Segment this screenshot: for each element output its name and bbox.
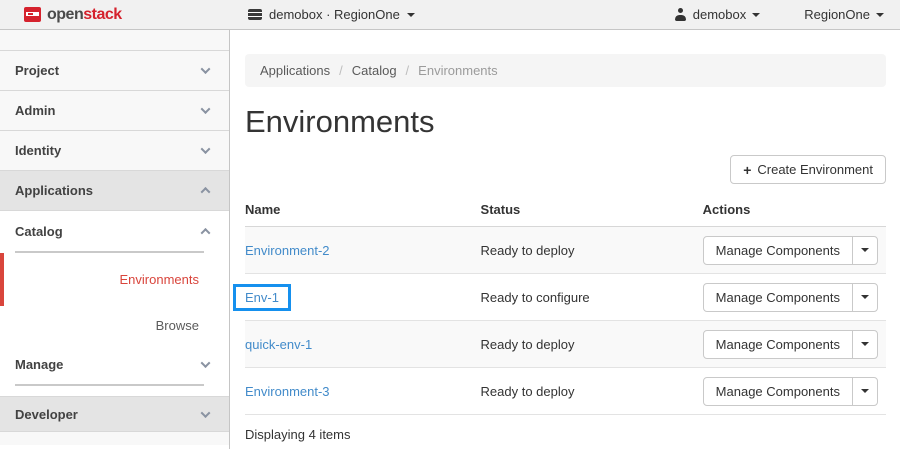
sidebar-item-label: Manage: [15, 357, 63, 372]
plus-icon: +: [743, 163, 751, 177]
caret-down-icon: [861, 295, 869, 299]
breadcrumb: Applications / Catalog / Environments: [245, 54, 886, 87]
caret-down-icon: [876, 13, 884, 17]
row-action-split-button: Manage Components: [703, 236, 878, 265]
sidebar-item-label: Browse: [156, 318, 199, 333]
sidebar-item-developer[interactable]: Developer: [0, 396, 229, 432]
environments-table: Name Status Actions Environment-2 Ready …: [245, 193, 886, 415]
focus-highlight-box: Env-1: [233, 284, 291, 311]
manage-components-button[interactable]: Manage Components: [704, 284, 852, 311]
column-header-status[interactable]: Status: [481, 193, 703, 227]
openstack-logo[interactable]: openstack: [0, 6, 230, 24]
user-icon: [674, 8, 687, 21]
chevron-up-icon: [201, 187, 211, 197]
chevron-down-icon: [201, 64, 211, 74]
user-menu[interactable]: demobox: [674, 7, 760, 22]
breadcrumb-separator: /: [406, 63, 410, 78]
breadcrumb-item-applications[interactable]: Applications: [260, 63, 330, 78]
sidebar-item-environments[interactable]: Environments: [0, 253, 229, 306]
sidebar-clipped-row: [0, 30, 229, 51]
sidebar-item-browse[interactable]: Browse: [0, 306, 229, 344]
chevron-up-icon: [201, 227, 211, 237]
table-actions-bar: + Create Environment: [245, 155, 886, 184]
user-menu-label: demobox: [693, 7, 746, 22]
sidebar-item-admin[interactable]: Admin: [0, 91, 229, 131]
chevron-down-icon: [201, 104, 211, 114]
environment-link[interactable]: Environment-3: [245, 384, 330, 399]
manage-components-button[interactable]: Manage Components: [704, 378, 852, 405]
caret-down-icon: [861, 342, 869, 346]
sidebar-item-label: Applications: [15, 183, 93, 198]
table-row: Env-1 Ready to configure Manage Componen…: [245, 274, 886, 321]
column-header-actions: Actions: [703, 193, 886, 227]
column-header-name[interactable]: Name: [245, 193, 481, 227]
chevron-down-icon: [201, 358, 211, 368]
main-content: Applications / Catalog / Environments En…: [230, 30, 900, 449]
table-header-row: Name Status Actions: [245, 193, 886, 227]
sidebar-item-catalog[interactable]: Catalog: [0, 211, 229, 251]
breadcrumb-item-catalog[interactable]: Catalog: [352, 63, 397, 78]
logo-open-text: open: [47, 6, 83, 23]
breadcrumb-separator: /: [339, 63, 343, 78]
sidebar-item-label: Environments: [120, 272, 199, 287]
sidebar: Project Admin Identity Applications Cata…: [0, 30, 230, 449]
table-row: Environment-2 Ready to deploy Manage Com…: [245, 227, 886, 274]
sidebar-item-label: Developer: [15, 407, 78, 422]
sidebar-item-label: Identity: [15, 143, 61, 158]
sidebar-clipped-row: [0, 432, 229, 445]
sidebar-item-project[interactable]: Project: [0, 51, 229, 91]
row-action-dropdown-toggle[interactable]: [852, 378, 877, 405]
sidebar-item-applications[interactable]: Applications: [0, 171, 229, 211]
topbar-right: demobox RegionOne: [674, 7, 900, 22]
logo-stack-text: stack: [83, 6, 121, 23]
region-menu[interactable]: RegionOne: [804, 7, 884, 22]
status-text: Ready to configure: [481, 290, 590, 305]
switcher-label: demobox · RegionOne: [269, 7, 400, 22]
openstack-cube-icon: [24, 7, 41, 22]
environment-link[interactable]: quick-env-1: [245, 337, 312, 352]
sidebar-item-label: Admin: [15, 103, 55, 118]
row-action-split-button: Manage Components: [703, 377, 878, 406]
caret-down-icon: [752, 13, 760, 17]
breadcrumb-item-environments: Environments: [418, 63, 497, 78]
list-icon: [248, 9, 262, 20]
table-row: Environment-3 Ready to deploy Manage Com…: [245, 368, 886, 415]
sidebar-spacer: [0, 386, 229, 396]
sidebar-item-label: Project: [15, 63, 59, 78]
row-action-split-button: Manage Components: [703, 283, 878, 312]
sidebar-item-identity[interactable]: Identity: [0, 131, 229, 171]
logo-text: openstack: [47, 6, 122, 24]
caret-down-icon: [861, 389, 869, 393]
status-text: Ready to deploy: [481, 243, 575, 258]
create-environment-label: Create Environment: [757, 162, 873, 177]
chevron-down-icon: [201, 408, 211, 418]
project-region-switcher[interactable]: demobox · RegionOne: [248, 7, 415, 22]
status-text: Ready to deploy: [481, 384, 575, 399]
create-environment-button[interactable]: + Create Environment: [730, 155, 886, 184]
status-text: Ready to deploy: [481, 337, 575, 352]
environment-link[interactable]: Environment-2: [245, 243, 330, 258]
row-action-dropdown-toggle[interactable]: [852, 284, 877, 311]
environment-link[interactable]: Env-1: [245, 290, 279, 305]
table-row-count: Displaying 4 items: [245, 415, 886, 449]
page-title: Environments: [245, 104, 886, 140]
row-action-split-button: Manage Components: [703, 330, 878, 359]
top-navbar: openstack demobox · RegionOne demobox Re…: [0, 0, 900, 30]
region-menu-label: RegionOne: [804, 7, 870, 22]
manage-components-button[interactable]: Manage Components: [704, 331, 852, 358]
caret-down-icon: [407, 13, 415, 17]
row-action-dropdown-toggle[interactable]: [852, 331, 877, 358]
sidebar-item-label: Catalog: [15, 224, 63, 239]
sidebar-item-manage[interactable]: Manage: [0, 344, 229, 384]
chevron-down-icon: [201, 144, 211, 154]
row-action-dropdown-toggle[interactable]: [852, 237, 877, 264]
manage-components-button[interactable]: Manage Components: [704, 237, 852, 264]
table-row: quick-env-1 Ready to deploy Manage Compo…: [245, 321, 886, 368]
caret-down-icon: [861, 248, 869, 252]
